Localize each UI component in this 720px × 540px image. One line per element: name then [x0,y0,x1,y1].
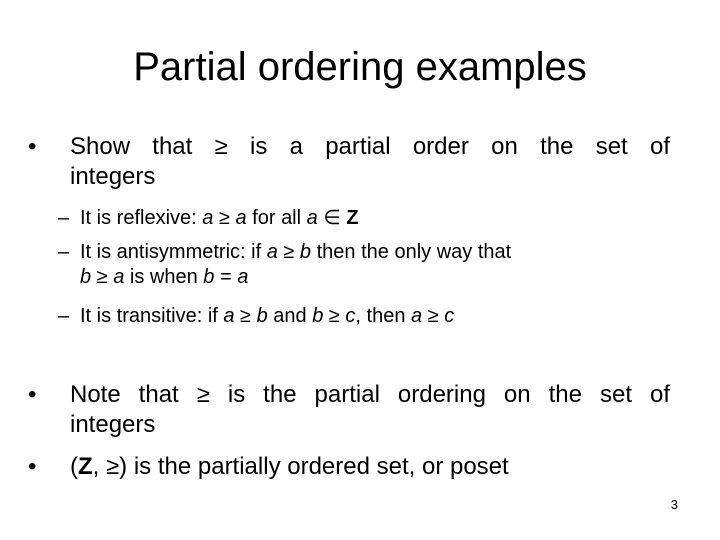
math-var: b [256,305,268,327]
sub-bullet-text: It is reflexive: a ≥ a for all a ∈ Z [58,206,670,231]
slide: Partial ordering examples • Show that ≥ … [0,0,720,540]
text: = [214,266,238,288]
math-var: a [223,305,235,327]
integers-symbol: Z [346,207,359,229]
math-var: c [345,305,356,327]
bullet-icon: • [28,453,37,480]
text: It is transitive: if [80,305,224,327]
sub-bullet-text-line: b ≥ a is when b = a [58,265,670,290]
text: , ≥) is the partially ordered set, or po… [92,453,509,480]
text: ≥ [91,266,114,288]
bullet-icon: • [28,381,37,408]
text: It is antisymmetric: if [80,241,267,263]
page-number: 3 [670,497,678,512]
text: ≥ [422,305,445,327]
element-of-symbol: ∈ [317,207,347,229]
math-var: a [202,207,214,229]
text: ≥ [213,207,236,229]
bullet-item: • Show that ≥ is a partial order on the … [28,132,670,192]
slide-title: Partial ordering examples [133,45,587,89]
bullet-icon: • [28,133,37,160]
math-var: a [266,241,278,263]
math-var: a [235,207,247,229]
dash-icon: – [58,241,70,263]
bullet-text-line: Show that ≥ is a partial order on the se… [70,133,670,160]
text: ≥ [323,305,346,327]
math-var: b [299,241,312,263]
math-var: b [80,266,92,288]
text: ( [70,453,78,480]
sub-bullet-text-line: It is antisymmetric: if a ≥ b then the o… [58,240,670,265]
math-var: a [411,305,423,327]
dash-icon: – [58,207,70,229]
sub-bullet-item: – It is antisymmetric: if a ≥ b then the… [58,240,670,290]
text: ≥ [234,305,257,327]
integers-symbol: Z [78,453,93,480]
sub-bullet-item: – It is reflexive: a ≥ a for all a ∈ Z [58,206,670,231]
text: It is reflexive: [80,207,203,229]
math-var: a [237,266,249,288]
text: is when [124,266,204,288]
text: for all [246,207,307,229]
math-var: a [113,266,125,288]
math-var: a [306,207,318,229]
bullet-text-line: integers [70,163,156,190]
sub-bullet-item: – It is transitive: if a ≥ b and b ≥ c, … [58,304,670,329]
dash-icon: – [58,305,70,327]
bullet-item: • Note that ≥ is the partial ordering on… [28,380,670,440]
bullet-item: • (Z, ≥) is the partially ordered set, o… [28,452,670,482]
bullet-text-line: Note that ≥ is the partial ordering on t… [70,381,670,408]
math-var: b [203,266,215,288]
text: ≥ [277,241,300,263]
bullet-text: (Z, ≥) is the partially ordered set, or … [40,452,670,482]
text: and [267,305,313,327]
text: then the only way that [311,241,512,263]
math-var: b [312,305,324,327]
math-var: c [444,305,455,327]
text: , then [355,305,412,327]
sub-bullet-text: It is transitive: if a ≥ b and b ≥ c, th… [58,304,670,329]
bullet-text-line: integers [70,411,156,438]
